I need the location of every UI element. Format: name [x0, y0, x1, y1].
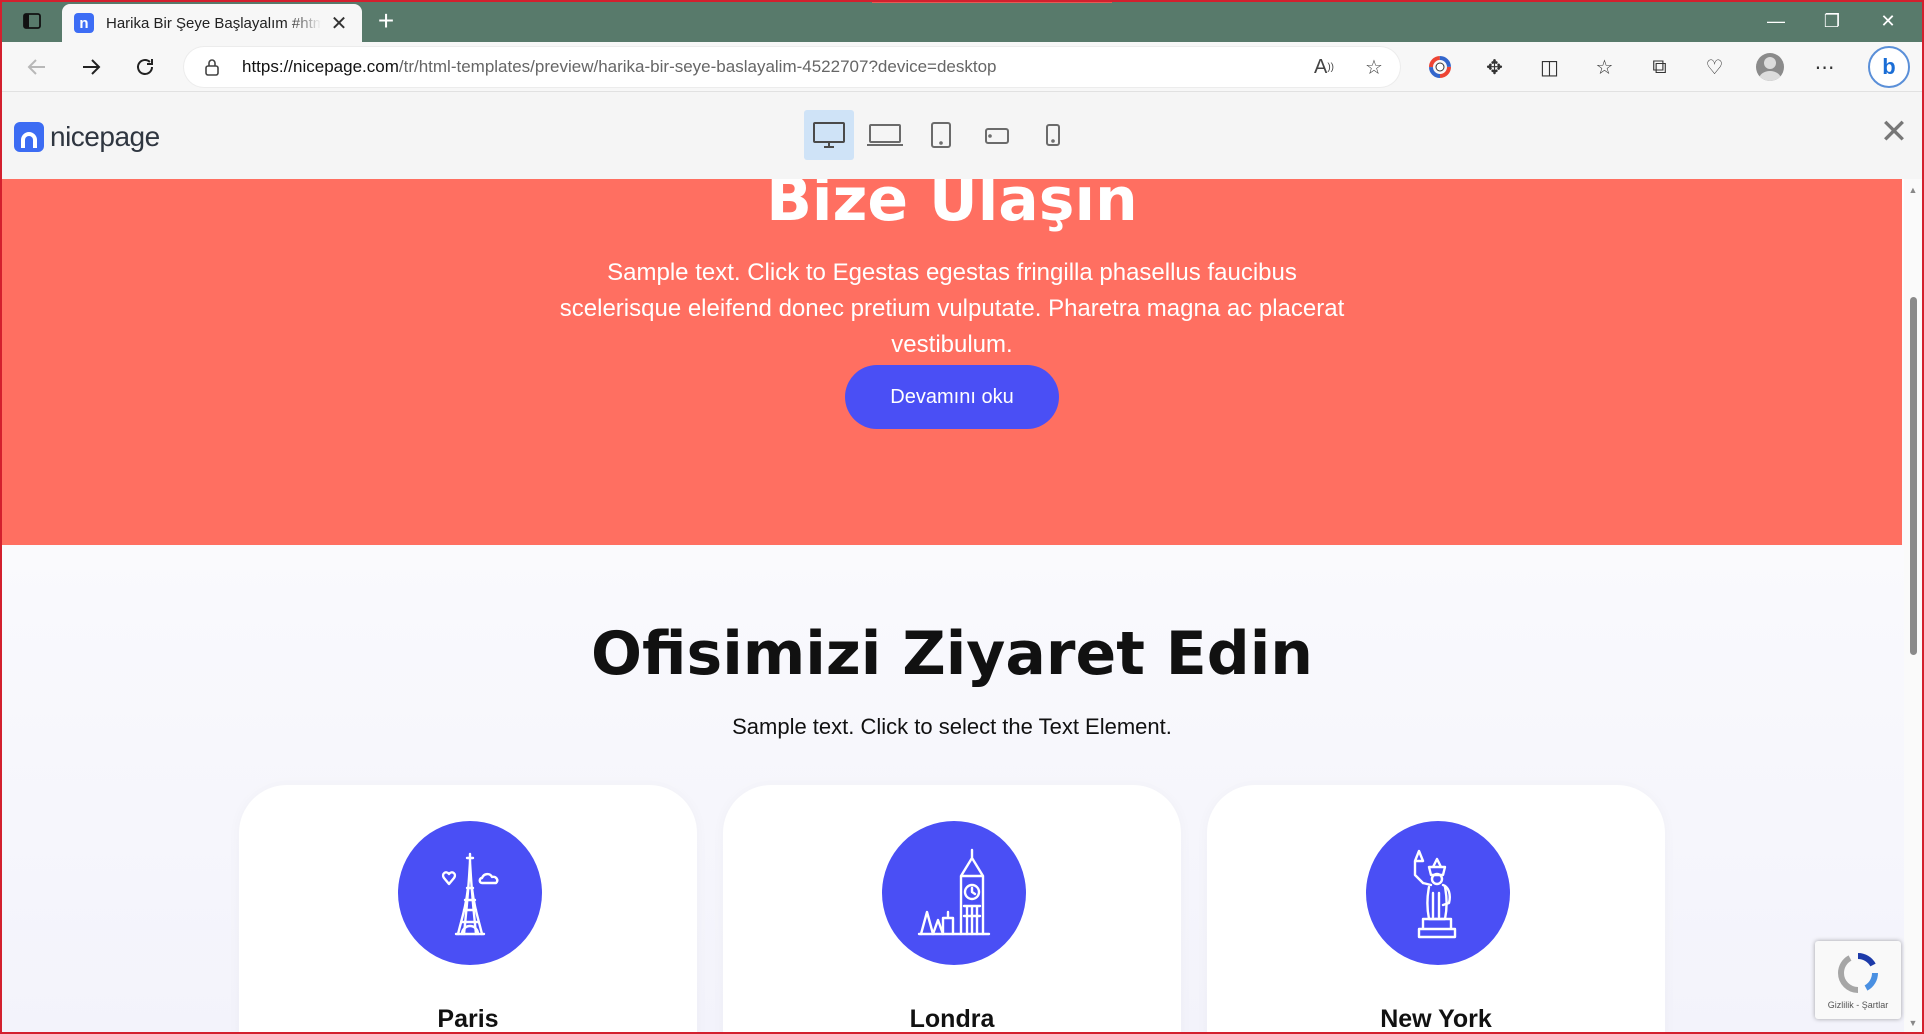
preview-header: nicepage ✕: [0, 92, 1924, 179]
office-card-new-york: New York: [1207, 785, 1665, 1032]
forward-arrow-icon: [83, 59, 101, 75]
recaptcha-icon: [1838, 953, 1878, 993]
url-host: https://nicepage.com: [242, 57, 399, 76]
lock-icon: [205, 59, 219, 76]
device-tablet-landscape-button[interactable]: [972, 110, 1022, 160]
browser-extensions: ✥ ◫ ☆ ⧉ ♡ ⋯: [1412, 50, 1852, 84]
back-button[interactable]: [20, 51, 54, 83]
tablet-icon: [931, 122, 951, 148]
device-tablet-button[interactable]: [916, 110, 966, 160]
scroll-down-icon[interactable]: ▼: [1908, 1018, 1918, 1028]
offices-title: Ofisimizi Ziyaret Edin: [591, 619, 1313, 689]
url-text[interactable]: https://nicepage.com/tr/html-templates/p…: [242, 57, 997, 77]
back-arrow-icon: [27, 59, 45, 75]
restore-button[interactable]: ❐: [1804, 0, 1860, 42]
recaptcha-text: Gizlilik - Şartlar: [1827, 1000, 1889, 1010]
browser-toolbar: https://nicepage.com/tr/html-templates/p…: [0, 42, 1924, 92]
nicepage-logo-icon: [14, 122, 44, 152]
profile-avatar[interactable]: [1742, 50, 1797, 84]
read-more-button[interactable]: Devamını oku: [845, 365, 1059, 429]
logo-text: nicepage: [50, 121, 160, 152]
laptop-icon: [867, 124, 903, 146]
window-controls: — ❐ ✕: [1748, 0, 1916, 42]
office-card-paris: Paris: [239, 785, 697, 1032]
tablet-landscape-icon: [985, 128, 1009, 144]
hero-text: Sample text. Click to Egestas egestas fr…: [559, 259, 1345, 358]
split-screen-icon[interactable]: ◫: [1522, 50, 1577, 84]
close-window-button[interactable]: ✕: [1860, 0, 1916, 42]
statue-of-liberty-icon: [1366, 821, 1510, 965]
read-aloud-icon[interactable]: A)): [1310, 53, 1338, 81]
office-city: Paris: [437, 1005, 499, 1032]
desktop-icon: [813, 122, 845, 148]
offices-text: Sample text. Click to select the Text El…: [732, 714, 1172, 739]
device-phone-button[interactable]: [1028, 110, 1078, 160]
url-path: /tr/html-templates/preview/harika-bir-se…: [398, 57, 997, 76]
address-bar[interactable]: https://nicepage.com/tr/html-templates/p…: [184, 47, 1400, 87]
browser-tab-active[interactable]: n Harika Bir Şeye Başlayalım #html ✕: [62, 4, 362, 42]
tab-title: Harika Bir Şeye Başlayalım #html: [106, 14, 321, 32]
favorites-icon[interactable]: ☆: [1577, 50, 1632, 84]
close-preview-button[interactable]: ✕: [1874, 112, 1914, 152]
device-switcher: [804, 110, 1078, 160]
nicepage-favicon-icon: n: [74, 13, 94, 33]
more-menu-icon[interactable]: ⋯: [1797, 50, 1852, 84]
favorite-star-icon[interactable]: ☆: [1360, 53, 1388, 81]
new-tab-button[interactable]: +: [372, 7, 400, 35]
address-bar-icons: A)) ☆: [1310, 53, 1388, 81]
collections-icon[interactable]: ⧉: [1632, 50, 1687, 84]
page-scrollbar[interactable]: ▲ ▼: [1904, 179, 1922, 1032]
refresh-icon: [137, 59, 153, 75]
contact-hero-section: Bize Ulaşın Sample text. Click to Egesta…: [2, 179, 1902, 545]
office-city: Londra: [909, 1005, 995, 1032]
extensions-puzzle-icon[interactable]: ✥: [1467, 50, 1522, 84]
nicepage-logo[interactable]: nicepage: [14, 121, 160, 153]
big-ben-icon: [882, 821, 1026, 965]
scroll-up-icon[interactable]: ▲: [1908, 185, 1918, 195]
profile-avatar-icon: [1755, 53, 1784, 81]
eiffel-tower-icon: [398, 821, 542, 965]
phone-icon: [1046, 124, 1060, 146]
tab-indicator: [872, 0, 1112, 3]
recaptcha-badge[interactable]: Gizlilik - Şartlar: [1815, 941, 1901, 1019]
browser-tab-bar: n Harika Bir Şeye Başlayalım #html ✕ + —…: [0, 0, 1924, 42]
scrollbar-thumb[interactable]: [1910, 297, 1917, 655]
minimize-button[interactable]: —: [1748, 0, 1804, 42]
page-viewport: Bize Ulaşın Sample text. Click to Egesta…: [2, 179, 1904, 1032]
tab-actions-icon[interactable]: [18, 9, 46, 33]
bing-copilot-button[interactable]: b: [1868, 46, 1910, 88]
refresh-button[interactable]: [128, 51, 162, 83]
color-extension-icon[interactable]: [1412, 50, 1467, 84]
tab-close-icon[interactable]: ✕: [328, 11, 350, 36]
forward-button[interactable]: [74, 51, 108, 83]
hero-title: Bize Ulaşın: [766, 179, 1138, 235]
office-city: New York: [1380, 1005, 1492, 1032]
office-card-london: Londra: [723, 785, 1181, 1032]
device-desktop-button[interactable]: [804, 110, 854, 160]
device-laptop-button[interactable]: [860, 110, 910, 160]
browser-essentials-icon[interactable]: ♡: [1687, 50, 1742, 84]
